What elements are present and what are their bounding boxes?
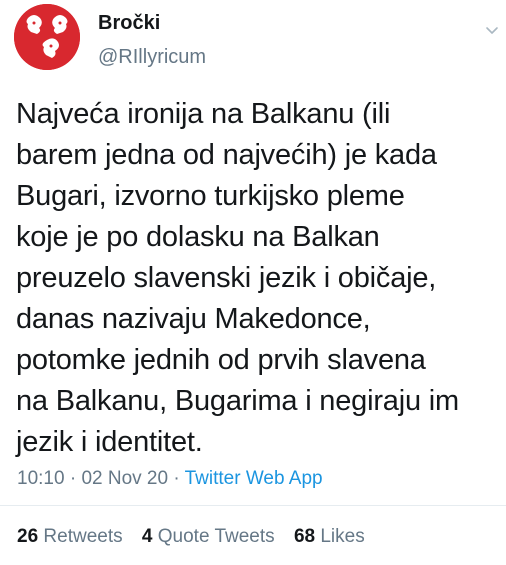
tweet-date[interactable]: 02 Nov 20 (81, 468, 168, 489)
display-name[interactable]: Bročki (98, 10, 476, 36)
tweet-text: Najveća ironija na Balkanu (ili barem je… (16, 98, 459, 458)
source-app-link[interactable]: Twitter Web App (185, 468, 323, 489)
quote-tweets-label: Quote Tweets (157, 526, 275, 547)
likes-label: Likes (320, 526, 365, 547)
divider (0, 505, 506, 506)
quote-tweets-stat[interactable]: 4 Quote Tweets (142, 526, 275, 547)
retweets-label: Retweets (43, 526, 123, 547)
likes-stat[interactable]: 68 Likes (294, 526, 365, 547)
tweet-card: Bročki @RIllyricum Najveća ironija na Ba… (0, 0, 506, 565)
meta-separator: · (168, 468, 185, 489)
tweet-time[interactable]: 10:10 (17, 468, 65, 489)
likes-count: 68 (293, 526, 316, 547)
tweet-header: Bročki @RIllyricum (98, 10, 476, 70)
tweet-meta: 10:10 · 02 Nov 20 · Twitter Web App (17, 467, 323, 491)
avatar[interactable] (14, 4, 80, 70)
tweet-stats: 26 Retweets 4 Quote Tweets 68 Likes (17, 525, 379, 549)
meta-separator: · (64, 468, 82, 489)
quote-tweets-count: 4 (141, 526, 153, 547)
user-handle[interactable]: @RIllyricum (98, 44, 476, 70)
eagle-emblem-icon (14, 4, 80, 70)
chevron-down-icon[interactable] (484, 22, 500, 38)
retweets-count: 26 (17, 526, 39, 547)
retweets-stat[interactable]: 26 Retweets (17, 526, 123, 547)
